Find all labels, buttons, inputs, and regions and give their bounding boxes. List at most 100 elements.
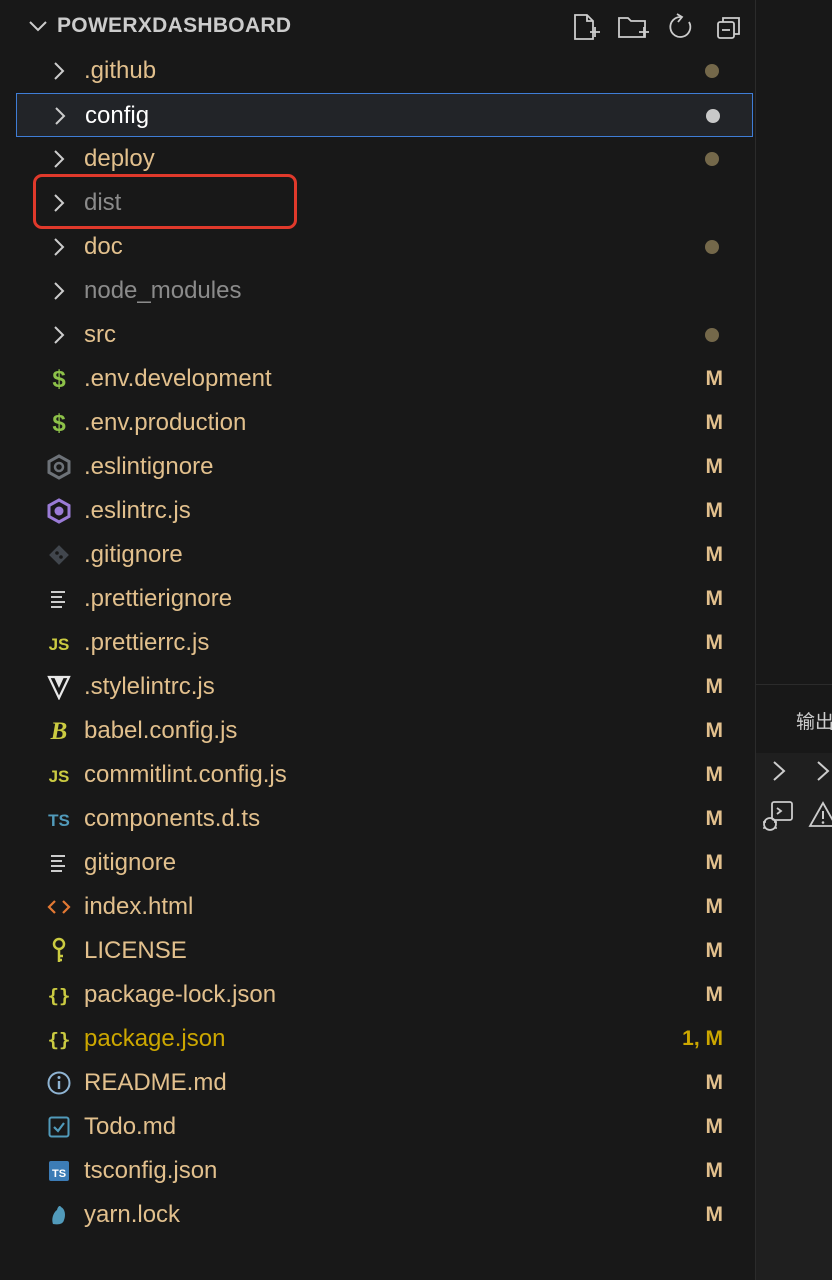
folder-item[interactable]: node_modules [16, 269, 753, 313]
bottom-panel: 输出 [756, 684, 832, 1280]
git-status-badge: M [705, 367, 724, 390]
item-label: deploy [84, 145, 155, 172]
svg-text:{}: {} [48, 985, 71, 1007]
folder-item[interactable]: config [16, 93, 753, 137]
debug-console-icon[interactable] [762, 800, 796, 834]
file-item[interactable]: index.html M [16, 885, 753, 929]
svg-text:JS: JS [49, 635, 70, 654]
file-item[interactable]: .eslintrc.js M [16, 489, 753, 533]
modified-dot-indicator [706, 109, 720, 123]
git-status-badge: M [705, 1115, 724, 1138]
file-item[interactable]: {} package.json 1, M [16, 1017, 753, 1061]
checkbox-icon [46, 1115, 72, 1139]
license-icon [46, 937, 72, 963]
file-item[interactable]: README.md M [16, 1061, 753, 1105]
file-item[interactable]: gitignore M [16, 841, 753, 885]
item-label: LICENSE [84, 937, 187, 964]
panel-tab-bar: 输出 [756, 684, 832, 753]
chevron-right-icon [46, 323, 72, 347]
file-item[interactable]: JS .prettierrc.js M [16, 621, 753, 665]
chevron-right-icon[interactable] [814, 758, 832, 784]
file-item[interactable]: JS commitlint.config.js M [16, 753, 753, 797]
file-item[interactable]: $ .env.development M [16, 357, 753, 401]
file-item[interactable]: .eslintignore M [16, 445, 753, 489]
tab-output[interactable]: 输出 [796, 707, 832, 734]
git-status-badge: M [705, 851, 724, 874]
babel-icon: B [46, 718, 72, 744]
file-item[interactable]: TS tsconfig.json M [16, 1149, 753, 1193]
chevron-right-icon [46, 279, 72, 303]
item-label: node_modules [84, 277, 242, 304]
item-label: gitignore [84, 849, 177, 876]
yarn-icon [46, 1203, 72, 1227]
item-label: commitlint.config.js [84, 761, 287, 788]
svg-text:B: B [50, 718, 68, 744]
chevron-right-icon[interactable] [770, 758, 788, 784]
chevron-down-icon[interactable] [26, 14, 50, 38]
git-status-badge: M [705, 411, 724, 434]
file-item[interactable]: yarn.lock M [16, 1193, 753, 1237]
file-item[interactable]: Todo.md M [16, 1105, 753, 1149]
item-label: .eslintignore [84, 453, 214, 480]
svg-text:$: $ [52, 366, 66, 392]
git-status-badge: M [705, 675, 724, 698]
item-label: tsconfig.json [84, 1157, 218, 1184]
json-icon: {} [46, 983, 72, 1007]
svg-text:TS: TS [52, 1168, 66, 1180]
item-label: components.d.ts [84, 805, 261, 832]
item-label: src [84, 321, 116, 348]
stylelint-icon [46, 675, 72, 700]
file-item[interactable]: .gitignore M [16, 533, 753, 577]
folder-item[interactable]: src [16, 313, 753, 357]
chevron-right-icon [47, 104, 73, 128]
modified-dot-indicator [705, 152, 719, 166]
git-icon [46, 543, 72, 567]
lines-icon [46, 851, 72, 875]
item-label: doc [84, 233, 123, 260]
git-status-badge: M [705, 543, 724, 566]
file-item[interactable]: LICENSE M [16, 929, 753, 973]
git-status-badge: M [705, 939, 724, 962]
svg-text:{}: {} [48, 1029, 71, 1051]
item-label: package.json [84, 1025, 226, 1052]
file-item[interactable]: Bbabel.config.js M [16, 709, 753, 753]
file-item[interactable]: .prettierignore M [16, 577, 753, 621]
git-status-badge: 1, M [682, 1027, 723, 1050]
item-label: .stylelintrc.js [84, 673, 215, 700]
eslint-icon [46, 498, 72, 524]
file-item[interactable]: TS components.d.ts M [16, 797, 753, 841]
item-label: package-lock.json [84, 981, 277, 1008]
new-folder-icon[interactable] [616, 10, 650, 44]
folder-item[interactable]: doc [16, 225, 753, 269]
dollar-icon: $ [46, 366, 72, 392]
item-label: .prettierrc.js [84, 629, 210, 656]
explorer-header[interactable]: POWERXDASHBOARD [16, 0, 755, 52]
item-label: index.html [84, 893, 194, 920]
svg-text:$: $ [52, 410, 66, 436]
item-label: Todo.md [84, 1113, 177, 1140]
explorer-actions [568, 10, 746, 44]
file-item[interactable]: {} package-lock.json M [16, 973, 753, 1017]
collapse-all-icon[interactable] [712, 10, 746, 44]
svg-text:TS: TS [48, 811, 70, 830]
chevron-right-icon [46, 147, 72, 171]
lines-icon [46, 587, 72, 611]
modified-dot-indicator [705, 64, 719, 78]
item-label: .prettierignore [84, 585, 233, 612]
file-item[interactable]: .stylelintrc.js M [16, 665, 753, 709]
item-label: README.md [84, 1069, 227, 1096]
refresh-icon[interactable] [664, 10, 698, 44]
json-icon: {} [46, 1027, 72, 1051]
info-icon [46, 1071, 72, 1095]
git-status-badge: M [705, 983, 724, 1006]
item-label: babel.config.js [84, 717, 238, 744]
git-status-badge: M [705, 895, 724, 918]
file-item[interactable]: $ .env.production M [16, 401, 753, 445]
new-file-icon[interactable] [568, 10, 602, 44]
item-label: .github [84, 57, 157, 84]
folder-item[interactable]: .github [16, 49, 753, 93]
warning-icon[interactable] [808, 800, 832, 830]
javascript-icon: JS [46, 763, 72, 787]
git-status-badge: M [705, 763, 724, 786]
modified-dot-indicator [705, 240, 719, 254]
